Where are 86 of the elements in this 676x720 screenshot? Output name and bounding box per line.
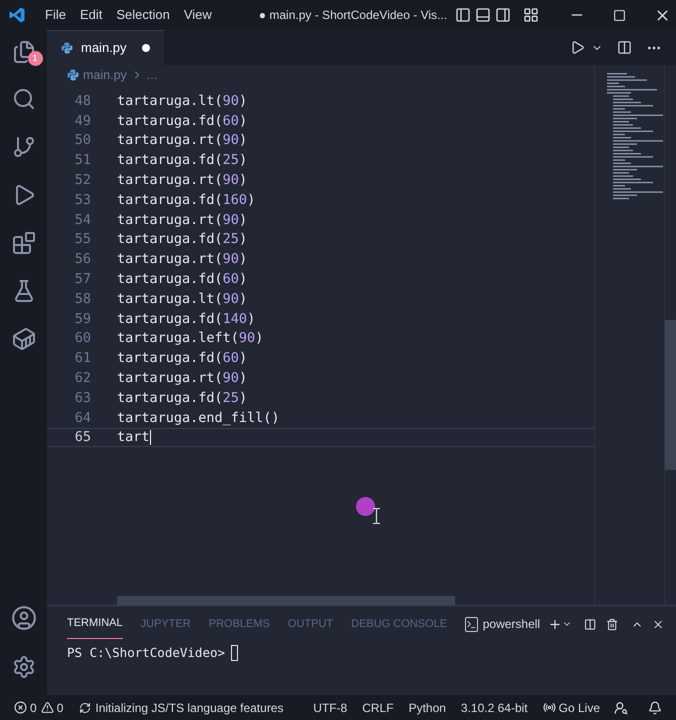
- line-number: 53: [74, 190, 91, 210]
- line-number: 50: [74, 131, 91, 150]
- code-line: tartaruga.end_fill(): [117, 408, 280, 428]
- error-count[interactable]: 0: [30, 698, 37, 716]
- toggle-panel-icon[interactable]: [475, 7, 492, 23]
- error-icon: [14, 701, 27, 714]
- line-ending-label[interactable]: CRLF: [362, 698, 394, 716]
- vertical-scrollbar[interactable]: [665, 320, 676, 470]
- notification-badge: 1: [28, 51, 42, 66]
- code-line: tartaruga.fd(25): [117, 388, 248, 408]
- status-task[interactable]: Initializing JS/TS language features: [95, 698, 284, 716]
- accounts-icon[interactable]: [10, 605, 36, 631]
- code-line: tartaruga.rt(90): [117, 131, 248, 150]
- menu-item[interactable]: View: [176, 5, 219, 25]
- code-line: tartaruga.fd(160): [117, 190, 256, 210]
- toggle-sidebar-icon[interactable]: [455, 7, 472, 23]
- person-icon[interactable]: [614, 700, 628, 714]
- line-number: 59: [74, 310, 91, 329]
- line-number: 55: [74, 230, 91, 250]
- code-line: tartaruga.fd(60): [117, 270, 248, 289]
- code-line: tartaruga.fd(140): [117, 310, 256, 329]
- tab-label: main.py: [81, 39, 127, 58]
- line-number: 62: [74, 368, 91, 388]
- run-icon[interactable]: [570, 40, 585, 55]
- line-number: 54: [74, 210, 91, 230]
- search-icon[interactable]: [12, 87, 36, 111]
- extensions-icon[interactable]: [12, 231, 36, 255]
- code-line: tartaruga.fd(60): [117, 349, 248, 368]
- language-label[interactable]: Python: [408, 698, 446, 716]
- line-number: 64: [74, 408, 91, 428]
- docker-icon[interactable]: [12, 327, 36, 351]
- horizontal-scrollbar[interactable]: [117, 596, 455, 605]
- shell-name[interactable]: powershell: [482, 615, 540, 633]
- menu-item[interactable]: File: [38, 5, 73, 25]
- warning-icon: [40, 701, 54, 714]
- line-number: 49: [74, 112, 91, 131]
- line-number: 57: [74, 270, 91, 289]
- code-line: tartaruga.fd(25): [117, 151, 248, 170]
- trash-icon[interactable]: [606, 616, 618, 632]
- code-line: tartaruga.left(90): [117, 329, 264, 348]
- code-line: tartaruga.rt(90): [117, 210, 248, 230]
- window-title: ● main.py - ShortCodeVideo - Vis...: [258, 7, 448, 24]
- explorer-icon[interactable]: [12, 40, 36, 64]
- warning-count[interactable]: 0: [56, 698, 64, 716]
- terminal-icon: [465, 616, 478, 632]
- python-file-icon: [67, 69, 79, 81]
- line-number: 51: [74, 151, 91, 170]
- editor-tab[interactable]: main.py: [47, 30, 164, 65]
- line-number: 58: [74, 290, 91, 309]
- toggle-secondary-sidebar-icon[interactable]: [495, 7, 512, 23]
- app-logo-icon: [8, 6, 26, 24]
- code-line: tartaruga.rt(90): [117, 368, 248, 388]
- customize-layout-icon[interactable]: [523, 7, 540, 23]
- code-line: tartaruga.rt(90): [117, 170, 248, 190]
- line-number: 52: [74, 170, 91, 190]
- code-line: tartaruga.lt(90): [117, 290, 248, 309]
- code-line: tartaruga.fd(60): [117, 112, 248, 131]
- maximize-icon[interactable]: [613, 8, 626, 22]
- split-terminal-icon[interactable]: [584, 616, 596, 632]
- broadcast-icon: [542, 701, 556, 714]
- code-line: tartaruga.lt(90): [117, 92, 248, 111]
- line-number: 63: [74, 388, 91, 408]
- line-number: 61: [74, 349, 91, 368]
- split-editor-icon[interactable]: [617, 40, 632, 55]
- interpreter-label[interactable]: 3.10.2 64-bit: [460, 698, 528, 716]
- text-cursor-icon: [373, 508, 380, 524]
- go-live-label[interactable]: Go Live: [558, 698, 600, 716]
- settings-icon[interactable]: [12, 655, 36, 679]
- line-number: 65: [74, 428, 91, 448]
- encoding-label[interactable]: UTF-8: [313, 698, 348, 716]
- python-file-icon: [61, 42, 73, 54]
- sync-icon: [79, 702, 92, 714]
- mouse-highlight-icon: [356, 497, 375, 516]
- code-line: tartaruga.fd(25): [117, 230, 248, 250]
- terminal-cursor-icon: [231, 645, 238, 662]
- source-control-icon[interactable]: [12, 135, 36, 159]
- terminal-prompt: PS C:\ShortCodeVideo>: [67, 644, 226, 662]
- menu-item[interactable]: Edit: [72, 5, 110, 25]
- line-number: 48: [74, 92, 91, 111]
- notifications-icon[interactable]: [648, 700, 662, 714]
- code-line: tart: [117, 428, 151, 448]
- code-line: tartaruga.rt(90): [117, 250, 248, 270]
- panel-tab[interactable]: TERMINAL: [67, 609, 123, 639]
- menu-item[interactable]: Selection: [109, 5, 177, 25]
- line-number: 60: [74, 329, 91, 348]
- line-number: 56: [74, 250, 91, 270]
